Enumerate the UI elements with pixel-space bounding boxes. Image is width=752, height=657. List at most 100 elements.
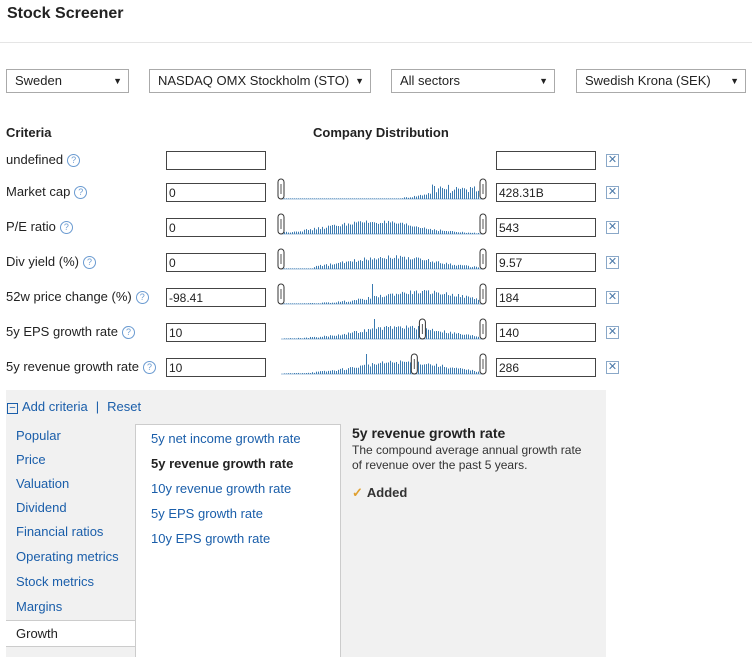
histogram-bar	[398, 198, 399, 199]
exchange-select[interactable]: NASDAQ OMX Stockholm (STO) ▼	[149, 69, 371, 93]
add-criteria-link[interactable]: Add criteria	[22, 399, 88, 414]
remove-x-icon[interactable]: ✕	[606, 221, 619, 234]
help-circle-icon[interactable]: ?	[122, 326, 135, 339]
sub-criteria-item[interactable]: 10y revenue growth rate	[151, 481, 291, 496]
min-value-input[interactable]	[166, 288, 266, 307]
histogram-bar	[396, 293, 397, 304]
reset-link[interactable]: Reset	[107, 399, 141, 414]
max-value-input[interactable]	[496, 183, 596, 202]
max-value-input[interactable]	[496, 218, 596, 237]
histogram-bar	[472, 232, 473, 234]
max-value-input[interactable]	[496, 358, 596, 377]
sub-criteria-item[interactable]: 5y net income growth rate	[151, 431, 301, 446]
category-stock-metrics[interactable]: Stock metrics	[16, 574, 94, 589]
remove-x-icon[interactable]: ✕	[606, 186, 619, 199]
histogram-bar	[406, 361, 407, 374]
sector-select[interactable]: All sectors ▼	[391, 69, 555, 93]
histogram-bar	[310, 336, 311, 339]
remove-x-icon[interactable]: ✕	[606, 326, 619, 339]
histogram-bar	[372, 328, 373, 339]
sub-criteria-item[interactable]: 10y EPS growth rate	[151, 531, 270, 546]
histogram-bar	[346, 301, 347, 304]
help-circle-icon[interactable]: ?	[59, 221, 73, 234]
histogram-bar	[322, 266, 323, 269]
histogram-bar	[408, 327, 409, 339]
histogram-bar	[478, 299, 479, 304]
histogram-bar	[292, 373, 293, 374]
remove-x-icon[interactable]: ✕	[606, 256, 619, 269]
max-value-input[interactable]	[496, 151, 596, 170]
help-circle-icon[interactable]: ?	[82, 256, 96, 269]
sub-criteria-item[interactable]: 5y EPS growth rate	[151, 506, 263, 521]
histogram-bar	[456, 367, 457, 374]
histogram-bar	[360, 298, 361, 304]
histogram-bar	[406, 325, 407, 339]
min-value-input[interactable]	[166, 183, 266, 202]
category-valuation[interactable]: Valuation	[16, 476, 69, 491]
histogram-bar	[288, 232, 289, 234]
min-value-input[interactable]	[166, 151, 266, 170]
histogram-bar	[408, 257, 409, 269]
currency-select[interactable]: Swedish Krona (SEK) ▼	[576, 69, 746, 93]
min-value-input[interactable]	[166, 323, 266, 342]
histogram-bar	[354, 198, 355, 199]
max-value-input[interactable]	[496, 288, 596, 307]
histogram-bar	[380, 198, 381, 199]
category-price[interactable]: Price	[16, 452, 46, 467]
remove-x-icon[interactable]: ✕	[606, 291, 619, 304]
category-dividend[interactable]: Dividend	[16, 500, 67, 515]
histogram-bar	[450, 331, 451, 339]
histogram-bar	[418, 293, 419, 304]
histogram-bar	[440, 186, 441, 199]
category-margins[interactable]: Margins	[16, 599, 62, 614]
histogram-bar	[412, 294, 413, 304]
help-circle-icon[interactable]: ?	[67, 154, 81, 167]
histogram-bar	[450, 295, 451, 304]
max-value-input[interactable]	[496, 253, 596, 272]
category-popular[interactable]: Popular	[16, 428, 61, 443]
added-label: Added	[366, 485, 408, 500]
histogram-bar	[348, 261, 349, 269]
histogram-bar	[450, 367, 451, 374]
category-growth[interactable]: Growth	[6, 620, 136, 647]
max-value-input[interactable]	[496, 323, 596, 342]
histogram-bar	[302, 231, 303, 234]
histogram-bar	[374, 364, 375, 374]
min-value-input[interactable]	[166, 253, 266, 272]
sub-criteria-item-selected[interactable]: 5y revenue growth rate	[151, 456, 293, 471]
histogram-bar	[474, 336, 475, 339]
histogram-bar	[458, 188, 459, 199]
histogram-bar	[384, 220, 385, 234]
region-select[interactable]: Sweden ▼	[6, 69, 129, 93]
sector-select-value: All sectors	[400, 73, 460, 88]
histogram-bar	[352, 300, 353, 304]
help-circle-icon[interactable]: ?	[135, 291, 149, 304]
help-circle-icon[interactable]: ?	[142, 361, 156, 374]
category-financial-ratios[interactable]: Financial ratios	[16, 524, 103, 539]
histogram-bar	[446, 332, 447, 339]
histogram-bar	[378, 363, 379, 374]
min-value-input[interactable]	[166, 358, 266, 377]
remove-x-icon[interactable]: ✕	[606, 154, 619, 167]
category-operating-metrics[interactable]: Operating metrics	[16, 549, 119, 564]
histogram-bar	[364, 364, 365, 374]
histogram-bar	[422, 227, 423, 234]
criteria-name: 52w price change (%)	[6, 289, 132, 304]
minus-square-icon[interactable]: −	[7, 403, 18, 414]
histogram-bar	[348, 198, 349, 199]
histogram-bar	[312, 230, 313, 234]
histogram-bar	[306, 229, 307, 234]
histogram-bar	[366, 198, 367, 199]
min-value-input[interactable]	[166, 218, 266, 237]
histogram-bar	[472, 369, 473, 374]
help-circle-icon[interactable]: ?	[74, 186, 88, 199]
histogram-bar	[352, 367, 353, 374]
histogram-bar	[478, 190, 479, 199]
remove-x-icon[interactable]: ✕	[606, 361, 619, 374]
histogram-bar	[370, 198, 371, 199]
histogram-bar	[476, 371, 477, 374]
histogram-bar	[394, 326, 395, 339]
histogram-bar	[342, 334, 343, 339]
histogram-bar	[426, 194, 427, 199]
histogram-bar	[360, 332, 361, 339]
